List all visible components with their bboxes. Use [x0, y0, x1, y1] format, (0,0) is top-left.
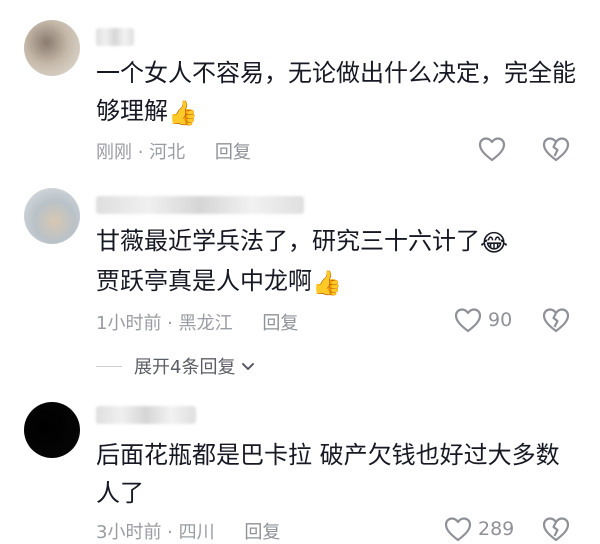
expand-replies-button[interactable]: 展开4条回复: [96, 353, 255, 379]
comment-meta: 1小时前 · 黑龙江 回复: [96, 309, 298, 335]
broken-heart-icon: [542, 136, 570, 162]
avatar[interactable]: [24, 20, 80, 76]
divider-line: [96, 365, 122, 367]
avatar[interactable]: [24, 188, 80, 244]
reply-button[interactable]: 回复: [244, 522, 280, 543]
comment-body: 甘薇最近学兵法了，研究三十六计了: [96, 227, 480, 255]
broken-heart-icon: [542, 516, 570, 542]
comment-text: 一个女人不容易，无论做出什么决定，完全能够理解👍: [96, 54, 578, 132]
meta-separator: ·: [161, 313, 179, 334]
comment-text-line2: 贾跃亭真是人中龙啊👍: [96, 262, 578, 302]
like-count: 289: [478, 518, 515, 540]
like-button[interactable]: 90: [454, 307, 512, 333]
comment-meta: 刚刚 · 河北 回复: [96, 138, 251, 164]
thumbs-up-emoji: 👍: [312, 269, 342, 297]
heart-outline-icon: [454, 307, 482, 333]
username-blurred[interactable]: [96, 196, 304, 214]
comment-location: 黑龙江: [178, 313, 233, 334]
comment-time: 刚刚: [96, 142, 132, 163]
comment-body: 后面花瓶都是巴卡拉 破产欠钱也好过大多数人了: [96, 441, 560, 507]
thumbs-up-emoji: 👍: [168, 99, 198, 127]
comment-text: 甘薇最近学兵法了，研究三十六计了😂: [96, 222, 578, 262]
heart-outline-icon: [444, 516, 472, 542]
laughing-emoji: 😂: [480, 229, 509, 257]
comment-location: 河北: [149, 142, 186, 163]
comment-location: 四川: [178, 522, 215, 543]
comment-time: 1小时前: [96, 313, 162, 334]
reply-button[interactable]: 回复: [215, 142, 251, 163]
dislike-button[interactable]: [542, 307, 570, 333]
comment-time: 3小时前: [96, 522, 162, 543]
comment-body-2: 贾跃亭真是人中龙啊: [96, 267, 312, 295]
chevron-down-icon: [241, 357, 255, 376]
meta-separator: ·: [132, 142, 150, 163]
dislike-button[interactable]: [542, 136, 570, 162]
like-count: 90: [488, 309, 513, 331]
expand-replies-label: 展开4条回复: [134, 357, 236, 378]
like-button[interactable]: 289: [444, 516, 514, 542]
username-blurred[interactable]: [96, 28, 134, 46]
username-blurred[interactable]: [96, 406, 196, 424]
heart-outline-icon: [478, 136, 506, 162]
comment-text: 后面花瓶都是巴卡拉 破产欠钱也好过大多数人了: [96, 436, 578, 512]
reply-button[interactable]: 回复: [262, 313, 298, 334]
like-button[interactable]: [478, 136, 512, 162]
avatar[interactable]: [24, 402, 80, 458]
broken-heart-icon: [542, 307, 570, 333]
comment-meta: 3小时前 · 四川 回复: [96, 518, 280, 544]
meta-separator: ·: [161, 522, 179, 543]
dislike-button[interactable]: [542, 516, 570, 542]
